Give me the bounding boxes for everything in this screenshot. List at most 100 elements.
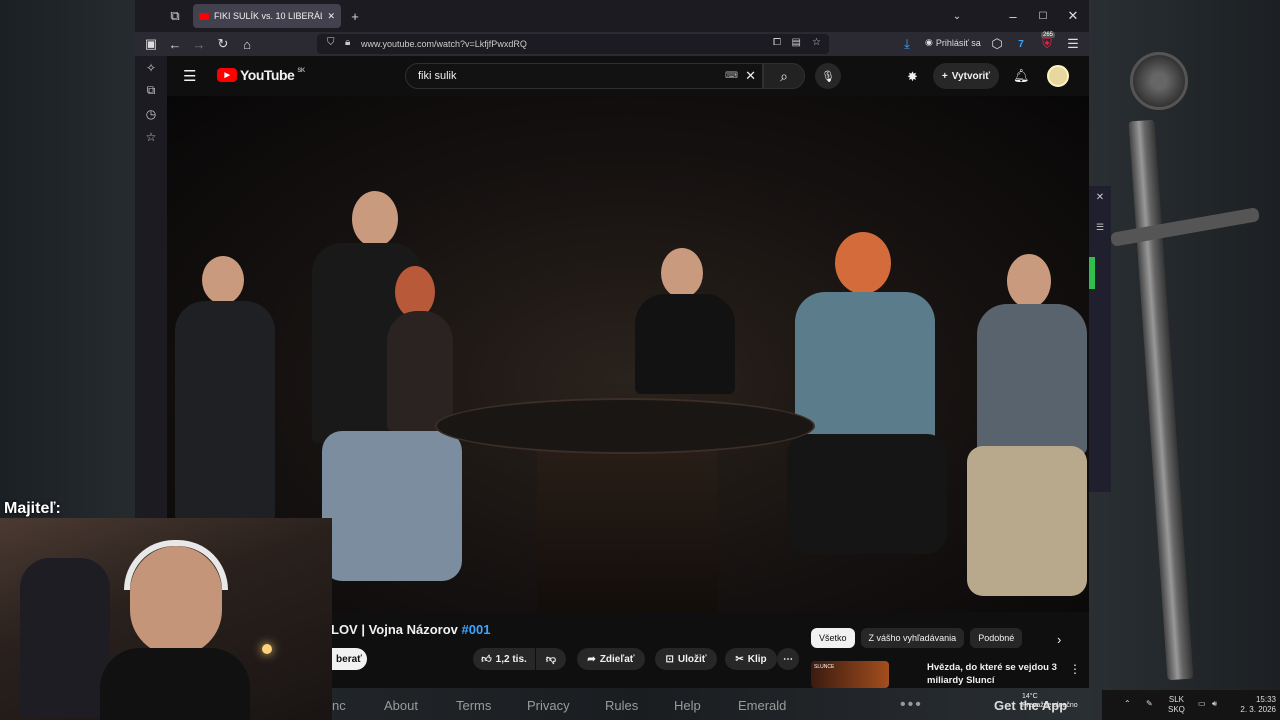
home-icon[interactable]: ⌂ [235,32,259,56]
minimize-icon[interactable]: – [1001,4,1025,28]
like-button[interactable]: 👍︎ 1,2 tis. [473,648,535,670]
share-icon: ➦ [587,653,596,665]
footer-link-emerald[interactable]: Emerald [738,698,786,713]
bookmark-star-icon[interactable]: ☆ [812,37,821,48]
footer-link-about[interactable]: About [384,698,418,713]
taskbar-tray: ⌃ ✎ SLK SKQ ▭ 🔊︎ 15:33 2. 3. 2026 [1102,690,1280,720]
clock[interactable]: 15:33 2. 3. 2026 [1230,695,1276,715]
extension-7tv-icon[interactable]: 7 [1009,32,1033,56]
network-icon[interactable]: ▭ [1198,699,1206,708]
account-icon: ◉ [925,37,933,47]
weather-desc: Prevažne slnečno [1022,702,1078,709]
create-button[interactable]: + Vytvoriť [933,63,999,89]
footer-more-icon[interactable]: ••• [900,696,923,714]
recommendation-menu-icon[interactable]: ⋮ [1069,662,1081,676]
sidebar-toggle-icon[interactable]: ▣ [139,32,163,56]
chip-related[interactable]: Podobné [970,628,1023,648]
footer-link[interactable]: nc [332,698,346,713]
weather-widget[interactable]: 14°C Prevažne slnečno [1022,692,1078,710]
bookmarks-icon[interactable]: ☆ [135,125,167,148]
back-icon[interactable]: ← [163,32,187,56]
youtube-logo[interactable]: ▶ YouTube SK [217,67,305,83]
tab-close-icon[interactable]: ✕ [327,11,335,22]
voice-search-button[interactable]: 🎙︎ [815,63,841,89]
search-query: fiki sulik [418,70,457,82]
footer-link-privacy[interactable]: Privacy [527,698,570,713]
youtube-logo-text: YouTube [240,67,295,83]
footer-link-rules[interactable]: Rules [605,698,638,713]
window-close-icon[interactable]: ✕ [1061,4,1085,28]
avatar[interactable] [1047,65,1069,87]
webcam-chair [20,558,110,718]
tab-overflow-chevron-icon[interactable]: ⌄ [945,4,969,28]
more-actions-button[interactable]: ⋯ [777,648,799,670]
maximize-icon[interactable]: ☐ [1031,4,1055,28]
clock-time: 15:33 [1255,695,1276,704]
tab-active[interactable]: FIKI SULÍK vs. 10 LIBERÁLOV | V ✕ [193,4,341,28]
save-button[interactable]: ⊡ Uložiť [655,648,717,670]
download-icon[interactable]: ⤓ [895,32,919,56]
webcam-overlay [0,518,332,720]
account-login[interactable]: ◉ Prihlásiť sa [925,37,981,48]
recommendation-title[interactable]: Hvězda, do které se vejdou 3 miliardy Sl… [927,661,1057,687]
hamburger-menu-icon[interactable]: ☰ [183,67,196,85]
subscribe-button[interactable]: berať [331,648,367,670]
keyboard-icon[interactable]: ⌨ [725,70,738,81]
search-icon: ⌕ [780,67,788,84]
video-table-base [537,436,717,612]
video-table-top [435,398,815,454]
app-menu-icon[interactable]: ☰ [1061,32,1085,56]
new-tab-icon[interactable]: + [343,4,367,28]
recommendation-thumbnail[interactable]: SLUNCE [811,661,889,688]
reload-icon[interactable]: ↻ [211,32,235,56]
search-input[interactable]: fiki sulik ⌨ ✕ [405,63,763,89]
share-label: Zdieľať [599,653,635,665]
clock-date: 2. 3. 2026 [1240,705,1276,714]
microphone-icon: 🎙︎ [821,70,835,83]
tab-title: FIKI SULÍK vs. 10 LIBERÁLOV | V [214,11,322,21]
youtube-header: ☰ ▶ YouTube SK fiki sulik ⌨ ✕ ⌕ 🎙︎ ✸ + V… [167,56,1089,96]
extensions-icon[interactable]: ⬡ [985,32,1009,56]
more-icon: ⋯ [783,653,793,665]
youtube-favicon-icon [199,12,209,20]
create-label: Vytvoriť [951,70,991,82]
tracking-protection-icon[interactable]: ⛉ [327,37,335,48]
volume-icon[interactable]: 🔊︎ [1212,699,1217,709]
close-icon[interactable]: ✕ [1089,192,1111,203]
dislike-button[interactable]: 👎︎ [536,648,566,670]
webcam-headphones [124,540,228,590]
video-hashtag[interactable]: #001 [462,622,491,637]
chip-from-search[interactable]: Z vášho vyhľadávania [860,628,965,648]
tab-list-icon[interactable]: ⧉ [163,4,187,28]
video-person-1 [167,246,277,526]
url-bar[interactable]: ⛉ 🔒︎ www.youtube.com/watch?v=LkfjfPwxdRQ… [317,34,829,54]
video-title: LOV | Vojna Názorov #001 [331,622,490,637]
ai-chat-icon[interactable]: ✧ [135,56,167,79]
footer-link-help[interactable]: Help [674,698,701,713]
chips-next-chevron-icon[interactable]: › [1057,632,1061,647]
page-footer: nc About Terms Privacy Rules Help Emeral… [332,690,1102,720]
cast-icon[interactable]: ✸ [907,69,918,85]
share-button[interactable]: ➦ Zdieľať [577,648,645,670]
clear-search-icon[interactable]: ✕ [745,68,756,84]
region-code: SK [297,68,305,74]
footer-link-terms[interactable]: Terms [456,698,491,713]
search-button[interactable]: ⌕ [763,63,805,89]
webcam-candle-light [262,644,272,654]
youtube-play-icon: ▶ [217,68,237,82]
clip-button[interactable]: ✂ Klip [725,648,777,670]
reader-view-icon[interactable]: ▤ [792,37,801,48]
lock-icon[interactable]: 🔒︎ [345,37,350,48]
forward-icon[interactable]: → [187,32,211,56]
history-icon[interactable]: ◷ [135,102,167,125]
tray-overflow-chevron-icon[interactable]: ⌃ [1124,699,1131,708]
menu-icon[interactable]: ☰ [1089,222,1111,233]
screenshot-icon[interactable]: ⧠ [773,37,781,48]
notifications-bell-icon[interactable]: 🔔︎ [1013,68,1030,84]
chip-all[interactable]: Všetko [811,628,855,648]
language-indicator[interactable]: SLK SKQ [1168,695,1185,715]
synced-tabs-icon[interactable]: ⧉ [135,79,167,102]
thumbs-down-icon: 👎︎ [545,654,557,665]
tray-pen-icon[interactable]: ✎ [1146,699,1153,708]
background-window-accent [1089,257,1095,289]
